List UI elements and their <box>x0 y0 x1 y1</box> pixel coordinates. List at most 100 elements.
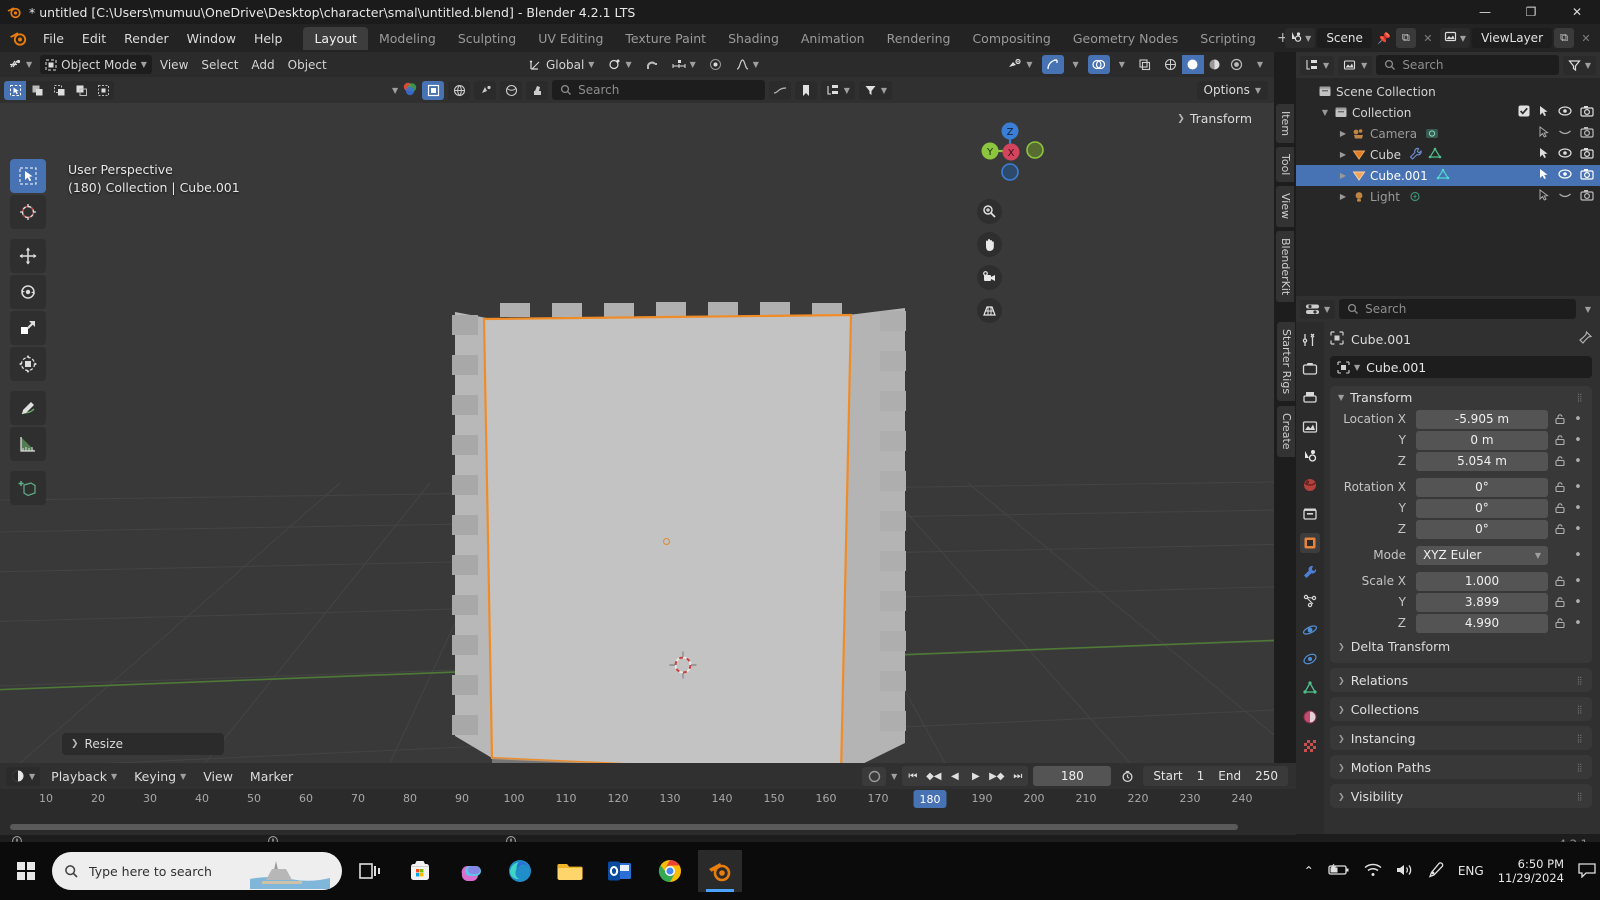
maximize-button[interactable]: ❐ <box>1508 0 1554 24</box>
workspace-tab-shading[interactable]: Shading <box>717 27 790 50</box>
viewport-menu-view[interactable]: View <box>155 55 193 74</box>
add-cube-tool-button[interactable] <box>10 471 46 505</box>
taskbar-search-box[interactable]: Type here to search <box>52 852 342 890</box>
outliner-editor[interactable]: ▼ ▼ Search ▼ Scene Collection ▼ Collecti… <box>1296 52 1600 296</box>
show-overlays-icon[interactable] <box>1087 55 1110 74</box>
properties-tab-texture[interactable] <box>1300 736 1320 756</box>
select-intersect-icon[interactable] <box>92 80 114 100</box>
chevron-right-icon[interactable]: ▶ <box>1336 171 1350 180</box>
chevron-right-icon[interactable]: ▶ <box>1336 129 1350 138</box>
object-name-field[interactable]: ▼ Cube.001 <box>1330 356 1592 378</box>
visibility-selector[interactable]: ▼ <box>1003 55 1038 74</box>
new-scene-button[interactable]: ⧉ <box>1395 28 1416 48</box>
interaction-mode-selector[interactable]: Object Mode ▼ <box>40 55 152 74</box>
region-tab-create[interactable]: Create <box>1277 406 1295 457</box>
show-hidden-icons-chevron-up-icon[interactable]: ⌃ <box>1304 864 1314 878</box>
outliner-row-cube[interactable]: ▶ Cube <box>1296 144 1600 165</box>
pin-id-icon[interactable] <box>1578 330 1593 348</box>
select-set-icon[interactable] <box>4 80 26 100</box>
properties-editor-type-selector[interactable]: ▼ <box>1300 299 1336 319</box>
start-button[interactable] <box>6 851 46 891</box>
eye-closed-icon[interactable] <box>1558 189 1572 204</box>
proportional-falloff-selector[interactable]: ▼ <box>731 55 764 74</box>
workspace-tab-rendering[interactable]: Rendering <box>876 27 962 50</box>
hand-icon[interactable] <box>977 232 1002 257</box>
play-button[interactable]: ▶ <box>965 766 986 786</box>
workspace-tab-compositing[interactable]: Compositing <box>961 27 1061 50</box>
properties-tab-view-layer[interactable] <box>1300 417 1320 437</box>
pen-icon[interactable] <box>1428 861 1444 881</box>
properties-tab-material[interactable] <box>1300 707 1320 727</box>
properties-tab-collection[interactable] <box>1300 504 1320 524</box>
gizmo-options-dropdown[interactable]: ▼ <box>1068 55 1084 74</box>
new-viewlayer-button[interactable]: ⧉ <box>1554 28 1574 48</box>
task-view-icon[interactable] <box>348 850 392 892</box>
current-frame-field[interactable]: 180 <box>1033 766 1112 786</box>
start-frame-value[interactable]: 1 <box>1197 769 1205 783</box>
proportional-edit-icon[interactable] <box>704 55 727 74</box>
jump-to-start-button[interactable]: ⏮ <box>902 766 923 786</box>
workspace-tab-texture-paint[interactable]: Texture Paint <box>614 27 717 50</box>
workspace-tab-layout[interactable]: Layout <box>303 26 368 50</box>
outliner-display-mode-selector[interactable]: ▼ <box>1338 55 1373 75</box>
timeline-playhead[interactable]: 180 <box>913 790 947 808</box>
modifier-wrench-icon[interactable] <box>1409 147 1423 163</box>
viewport-3d[interactable]: ▼ Object Mode ▼ View Select Add Object G… <box>0 52 1274 763</box>
lock-icon[interactable] <box>1552 502 1568 514</box>
mesh-data-icon[interactable] <box>1436 168 1450 184</box>
select-invert-icon[interactable] <box>70 80 92 100</box>
outliner-tree[interactable]: Scene Collection ▼ Collection ▶ Camera ▶… <box>1296 78 1600 296</box>
properties-tab-constraints[interactable] <box>1300 649 1320 669</box>
properties-content[interactable]: Cube.001 ▼ Cube.001 ▼ Transform ⣿ Locati… <box>1324 322 1600 834</box>
workspace-tab-geometry-nodes[interactable]: Geometry Nodes <box>1062 27 1189 50</box>
properties-tab-data[interactable] <box>1300 678 1320 698</box>
rotation-x-field[interactable]: 0° <box>1416 477 1548 497</box>
mesh-cube-001[interactable] <box>0 103 1274 763</box>
region-tab-tool[interactable]: Tool <box>1276 147 1294 183</box>
location-x-field[interactable]: -5.905 m <box>1416 409 1548 429</box>
frame-range-fields[interactable]: Start 1 End 250 <box>1143 766 1288 786</box>
navigation-gizmo[interactable]: Z Y X <box>970 111 1046 187</box>
annotate-tool-button[interactable] <box>10 391 46 425</box>
eye-closed-icon[interactable] <box>1558 126 1572 141</box>
rotation-mode-dropdown[interactable]: XYZ Euler ▼ <box>1416 545 1548 565</box>
microsoft-store-icon[interactable] <box>398 850 442 892</box>
editor-type-selector[interactable]: ▼ <box>4 55 38 74</box>
grid-icon[interactable] <box>977 298 1002 323</box>
timeline-editor[interactable]: ▼ Playback ▼ Keying ▼ View Marker ▼ ⏮ ◆◀ <box>0 763 1296 835</box>
menu-edit[interactable]: Edit <box>73 28 115 49</box>
checkbox-icon[interactable] <box>1518 105 1530 120</box>
properties-editor[interactable]: ▼ Search ▼ Cube.001 ▼ Cube.001 ▼ Transfo… <box>1296 296 1600 834</box>
chrome-icon[interactable] <box>648 850 692 892</box>
minimize-button[interactable]: — <box>1462 0 1508 24</box>
bookmark-icon[interactable] <box>794 80 817 100</box>
delta-transform-subpanel[interactable]: ❯ Delta Transform <box>1330 635 1592 657</box>
outliner-row-collection[interactable]: ▼ Collection <box>1296 102 1600 123</box>
properties-options-dropdown[interactable]: ▼ <box>1580 300 1596 319</box>
workspace-tab-scripting[interactable]: Scripting <box>1189 27 1267 50</box>
region-tab-blenderkit[interactable]: BlenderKit <box>1276 230 1294 302</box>
properties-tab-particles[interactable] <box>1300 591 1320 611</box>
workspace-tab-uv-editing[interactable]: UV Editing <box>527 27 614 50</box>
relations-panel[interactable]: ❯ Relations ⣿ <box>1330 668 1592 692</box>
delete-viewlayer-button[interactable]: ✕ <box>1576 28 1596 48</box>
properties-tab-render[interactable] <box>1300 359 1320 379</box>
timeline-menu-view[interactable]: View <box>197 767 239 786</box>
filter-objects-icon[interactable] <box>422 80 445 100</box>
properties-tab-physics[interactable] <box>1300 620 1320 640</box>
properties-tab-scene[interactable] <box>1300 446 1320 466</box>
filter-funnel-selector[interactable]: ▼ <box>858 80 892 100</box>
wireframe-shading-icon[interactable] <box>1159 55 1182 74</box>
transform-panel-header[interactable]: ▼ Transform ⣿ <box>1330 386 1592 408</box>
transform-orientation-selector[interactable]: Global ▼ <box>524 55 600 74</box>
cursor-tool-button[interactable] <box>10 195 46 229</box>
viewlayer-name-field[interactable]: ViewLayer <box>1472 28 1552 48</box>
rendered-shading-icon[interactable] <box>1225 55 1248 74</box>
outliner-row-cube-001[interactable]: ▶ Cube.001 <box>1296 165 1600 186</box>
animate-property-button[interactable]: • <box>1572 616 1584 631</box>
pin-scene-icon[interactable]: 📌 <box>1374 28 1394 48</box>
sidebar-transform-panel-header[interactable]: ❯ Transform <box>1177 111 1252 126</box>
camera-render-icon[interactable] <box>1580 168 1594 183</box>
animate-property-button[interactable]: • <box>1572 501 1584 516</box>
end-frame-value[interactable]: 250 <box>1255 769 1278 783</box>
